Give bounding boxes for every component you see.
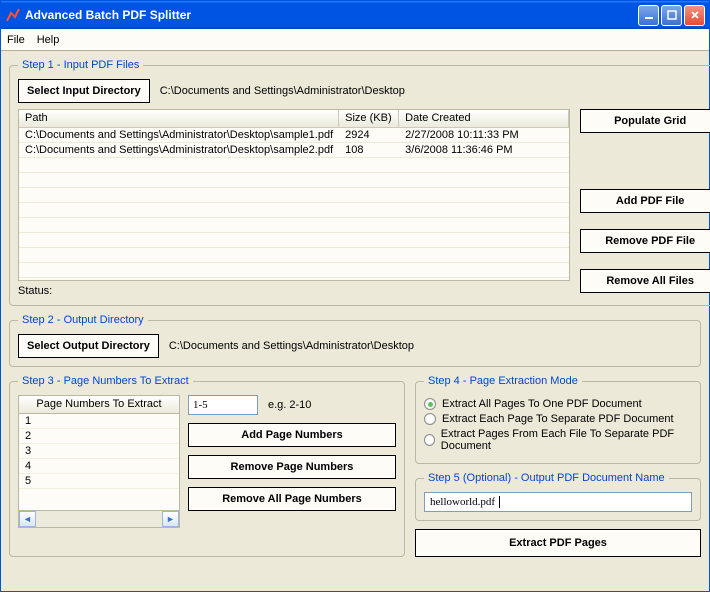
page-range-input[interactable]: [188, 395, 258, 415]
input-directory-path: C:\Documents and Settings\Administrator\…: [160, 85, 405, 97]
remove-all-files-button[interactable]: Remove All Files: [580, 269, 710, 293]
col-size-header[interactable]: Size (KB): [339, 110, 399, 127]
col-path-header[interactable]: Path: [19, 110, 339, 127]
radio-option-1[interactable]: Extract All Pages To One PDF Document: [424, 398, 692, 410]
step3-group: Step 3 - Page Numbers To Extract Page Nu…: [9, 375, 405, 557]
radio-icon[interactable]: [424, 398, 436, 410]
output-directory-path: C:\Documents and Settings\Administrator\…: [169, 340, 414, 352]
menubar: File Help: [1, 29, 709, 51]
close-button[interactable]: [684, 5, 705, 26]
step3-legend: Step 3 - Page Numbers To Extract: [18, 375, 193, 387]
titlebar: Advanced Batch PDF Splitter: [1, 1, 709, 29]
scroll-right-icon[interactable]: ►: [162, 511, 179, 527]
text-cursor: [499, 496, 500, 508]
step2-legend: Step 2 - Output Directory: [18, 314, 148, 326]
extract-pdf-pages-button[interactable]: Extract PDF Pages: [415, 529, 701, 557]
step5-legend: Step 5 (Optional) - Output PDF Document …: [424, 472, 669, 484]
add-page-numbers-button[interactable]: Add Page Numbers: [188, 423, 396, 447]
menu-file[interactable]: File: [7, 34, 25, 46]
content-area: Step 1 - Input PDF Files Select Input Di…: [1, 51, 709, 591]
window-title: Advanced Batch PDF Splitter: [25, 8, 638, 22]
table-row[interactable]: C:\Documents and Settings\Administrator\…: [19, 128, 569, 143]
horizontal-scrollbar[interactable]: ◄ ►: [18, 511, 180, 528]
page-numbers-listbox[interactable]: 1 2 3 4 5: [18, 413, 180, 511]
list-item[interactable]: 1: [19, 414, 179, 429]
maximize-button[interactable]: [661, 5, 682, 26]
step4-legend: Step 4 - Page Extraction Mode: [424, 375, 582, 387]
remove-all-page-numbers-button[interactable]: Remove All Page Numbers: [188, 487, 396, 511]
table-row[interactable]: C:\Documents and Settings\Administrator\…: [19, 143, 569, 158]
window-controls: [638, 5, 705, 26]
app-icon: [5, 7, 21, 23]
minimize-button[interactable]: [638, 5, 659, 26]
step2-group: Step 2 - Output Directory Select Output …: [9, 314, 701, 367]
remove-page-numbers-button[interactable]: Remove Page Numbers: [188, 455, 396, 479]
scroll-left-icon[interactable]: ◄: [19, 511, 36, 527]
step5-group: Step 5 (Optional) - Output PDF Document …: [415, 472, 701, 521]
radio-icon[interactable]: [424, 434, 435, 446]
page-list-header[interactable]: Page Numbers To Extract: [18, 395, 180, 413]
list-item[interactable]: 5: [19, 474, 179, 489]
page-range-hint: e.g. 2-10: [268, 399, 311, 411]
radio-option-3[interactable]: Extract Pages From Each File To Separate…: [424, 428, 692, 452]
list-item[interactable]: 4: [19, 459, 179, 474]
step1-group: Step 1 - Input PDF Files Select Input Di…: [9, 59, 710, 306]
list-item[interactable]: 3: [19, 444, 179, 459]
populate-grid-button[interactable]: Populate Grid: [580, 109, 710, 133]
step1-legend: Step 1 - Input PDF Files: [18, 59, 143, 71]
col-date-header[interactable]: Date Created: [399, 110, 569, 127]
add-pdf-file-button[interactable]: Add PDF File: [580, 189, 710, 213]
select-output-directory-button[interactable]: Select Output Directory: [18, 334, 159, 358]
list-item[interactable]: 2: [19, 429, 179, 444]
remove-pdf-file-button[interactable]: Remove PDF File: [580, 229, 710, 253]
radio-option-2[interactable]: Extract Each Page To Separate PDF Docume…: [424, 413, 692, 425]
app-window: Advanced Batch PDF Splitter File Help St…: [0, 0, 710, 592]
radio-icon[interactable]: [424, 413, 436, 425]
grid-rows: C:\Documents and Settings\Administrator\…: [19, 128, 569, 278]
step4-group: Step 4 - Page Extraction Mode Extract Al…: [415, 375, 701, 464]
grid-header: Path Size (KB) Date Created: [19, 110, 569, 128]
select-input-directory-button[interactable]: Select Input Directory: [18, 79, 150, 103]
status-label: Status:: [18, 285, 570, 297]
output-filename-input[interactable]: [424, 492, 692, 512]
files-grid[interactable]: Path Size (KB) Date Created C:\Documents…: [18, 109, 570, 281]
menu-help[interactable]: Help: [37, 34, 60, 46]
